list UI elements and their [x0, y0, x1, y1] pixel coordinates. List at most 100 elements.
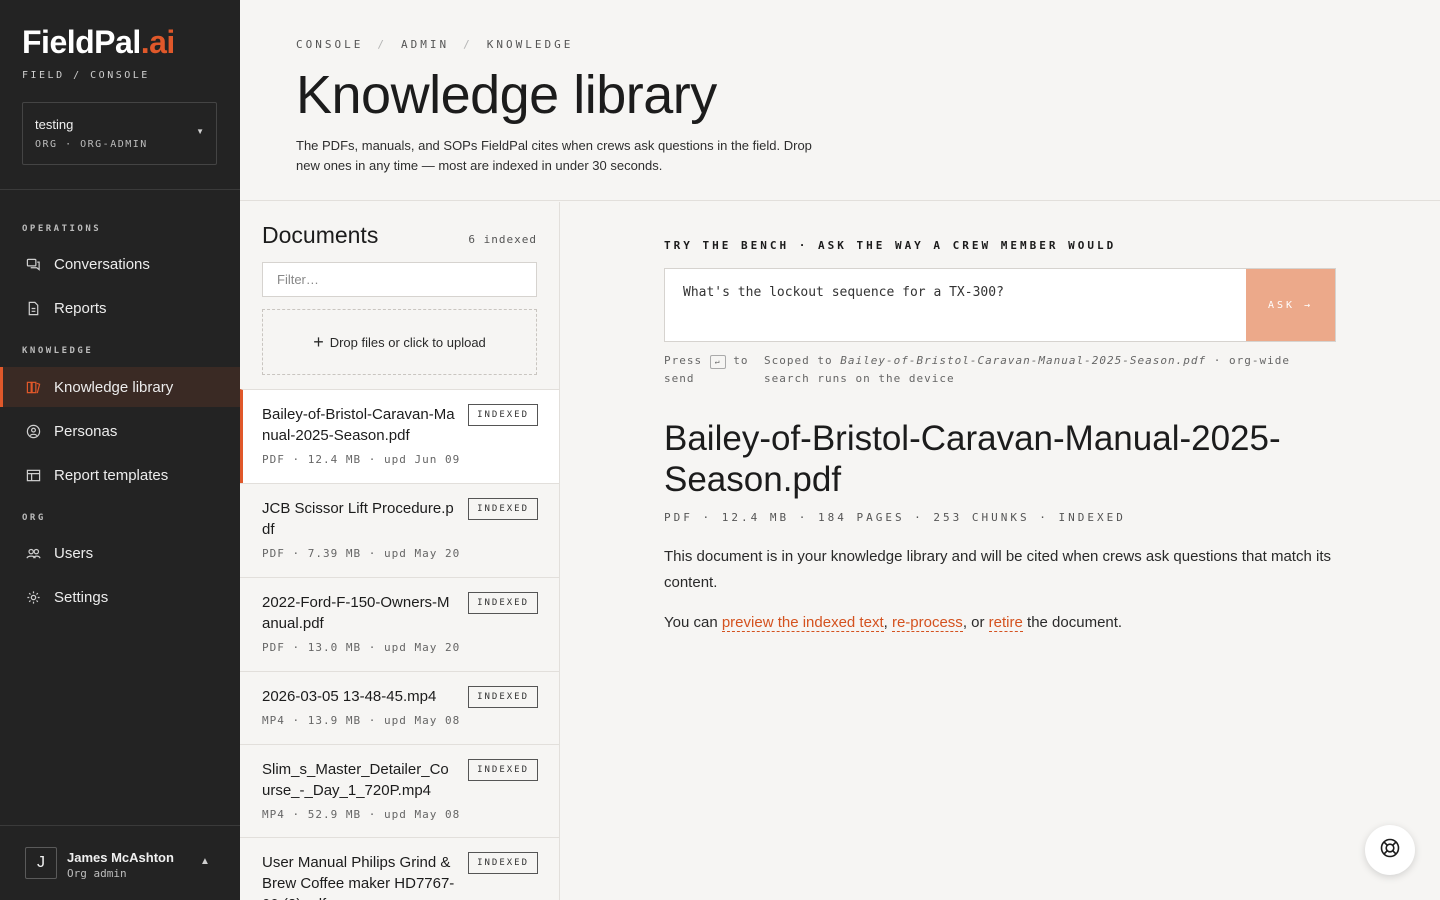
brand-subtitle: FIELD / CONSOLE — [22, 70, 150, 81]
actions-separator: , or — [962, 614, 985, 631]
document-meta: MP4 · 52.9 MB · upd May 08 — [262, 808, 461, 821]
sidebar-item-knowledge-library[interactable]: Knowledge library — [0, 367, 240, 407]
org-name: testing — [35, 117, 74, 132]
document-name: User Manual Philips Grind & Brew Coffee … — [262, 854, 455, 900]
sidebar-divider — [0, 189, 240, 190]
status-badge: INDEXED — [468, 592, 538, 614]
breadcrumb-separator: / — [463, 38, 473, 51]
upload-dropzone[interactable]: + Drop files or click to upload — [262, 309, 537, 375]
plus-icon: + — [313, 332, 324, 352]
sidebar-item-conversations[interactable]: Conversations — [0, 244, 240, 284]
ask-button[interactable]: ASK → — [1246, 269, 1335, 341]
filter-input[interactable] — [262, 262, 537, 297]
sidebar-item-report-templates[interactable]: Report templates — [0, 455, 240, 495]
persona-icon — [26, 424, 41, 439]
breadcrumb-item[interactable]: ADMIN — [401, 38, 449, 51]
status-badge: INDEXED — [468, 759, 538, 781]
org-switcher[interactable]: testing ORG · ORG-ADMIN ▼ — [22, 102, 217, 165]
status-badge: INDEXED — [468, 404, 538, 426]
status-badge: INDEXED — [468, 686, 538, 708]
document-list: Bailey-of-Bristol-Caravan-Manual-2025-Se… — [240, 389, 559, 900]
documents-panel: Documents 6 indexed + Drop files or clic… — [240, 202, 560, 900]
document-name: Slim_s_Master_Detailer_Course_-_Day_1_72… — [262, 761, 449, 799]
document-list-item[interactable]: Slim_s_Master_Detailer_Course_-_Day_1_72… — [240, 744, 559, 837]
page-title: Knowledge library — [296, 65, 717, 125]
document-title: Bailey-of-Bristol-Caravan-Manual-2025-Se… — [664, 419, 1281, 499]
sidebar-item-label: Users — [54, 544, 94, 562]
document-meta: PDF · 13.0 MB · upd May 20 — [262, 641, 461, 654]
ask-input[interactable]: What's the lockout sequence for a TX-300… — [665, 269, 1247, 341]
users-icon — [26, 546, 41, 561]
actions-separator: , — [883, 614, 888, 631]
document-detail: TRY THE BENCH · ASK THE WAY A CREW MEMBE… — [561, 202, 1440, 900]
scope-prefix: Scoped to — [764, 354, 833, 367]
sidebar-item-personas[interactable]: Personas — [0, 411, 240, 451]
document-detail-meta: PDF · 12.4 MB · 184 PAGES · 253 CHUNKS ·… — [664, 511, 1126, 524]
sidebar-item-label: Settings — [54, 588, 109, 606]
document-name: Bailey-of-Bristol-Caravan-Manual-2025-Se… — [262, 406, 455, 444]
document-icon — [26, 301, 41, 316]
nav-section-knowledge: KNOWLEDGE — [22, 346, 94, 356]
sidebar-item-users[interactable]: Users — [0, 533, 240, 573]
status-badge: INDEXED — [468, 498, 538, 520]
user-role: Org admin — [67, 867, 127, 880]
sidebar-item-label: Personas — [54, 422, 118, 440]
breadcrumb: CONSOLE / ADMIN / KNOWLEDGE — [296, 38, 573, 51]
document-meta: PDF · 12.4 MB · upd Jun 09 — [262, 453, 461, 466]
user-menu[interactable]: J James McAshton Org admin ▲ — [0, 825, 240, 900]
document-list-item[interactable]: Bailey-of-Bristol-Caravan-Manual-2025-Se… — [240, 389, 559, 483]
nav-section-org: ORG — [22, 513, 46, 523]
sidebar: FieldPal.ai FIELD / CONSOLE testing ORG … — [0, 0, 240, 900]
document-list-item[interactable]: 2022-Ford-F-150-Owners-Manual.pdf PDF · … — [240, 577, 559, 671]
caret-up-icon: ▲ — [200, 856, 210, 867]
help-button[interactable] — [1365, 825, 1415, 875]
sidebar-item-label: Knowledge library — [54, 378, 174, 396]
sidebar-item-label: Reports — [54, 299, 107, 317]
document-list-item[interactable]: JCB Scissor Lift Procedure.pdf PDF · 7.3… — [240, 483, 559, 577]
document-name: 2026-03-05 13-48-45.mp4 — [262, 688, 437, 705]
document-list-item[interactable]: User Manual Philips Grind & Brew Coffee … — [240, 837, 559, 900]
documents-title: Documents — [262, 222, 379, 248]
sidebar-item-reports[interactable]: Reports — [0, 288, 240, 328]
scope-hint: Scoped to Bailey-of-Bristol-Caravan-Manu… — [764, 352, 1336, 388]
gear-icon — [26, 590, 41, 605]
preview-indexed-text-link[interactable]: preview the indexed text — [721, 614, 884, 632]
sidebar-item-label: Conversations — [54, 255, 150, 273]
upload-label: Drop files or click to upload — [329, 334, 486, 350]
document-name: 2022-Ford-F-150-Owners-Manual.pdf — [262, 594, 450, 632]
avatar: J — [25, 847, 57, 879]
document-name: JCB Scissor Lift Procedure.pdf — [262, 500, 454, 538]
status-badge: INDEXED — [468, 852, 538, 874]
sidebar-item-label: Report templates — [54, 466, 169, 484]
actions-prefix: You can — [664, 614, 718, 631]
documents-count: 6 indexed — [468, 233, 537, 246]
books-icon — [26, 380, 41, 395]
nav-section-operations: OPERATIONS — [22, 224, 102, 234]
bench-label: TRY THE BENCH · ASK THE WAY A CREW MEMBE… — [664, 239, 1117, 252]
retire-link[interactable]: retire — [988, 614, 1023, 632]
scope-file: Bailey-of-Bristol-Caravan-Manual-2025-Se… — [840, 354, 1207, 367]
page-header: CONSOLE / ADMIN / KNOWLEDGE Knowledge li… — [240, 0, 1440, 201]
reprocess-link[interactable]: re-process — [891, 614, 963, 632]
page-description: The PDFs, manuals, and SOPs FieldPal cit… — [296, 138, 812, 173]
brand-logo[interactable]: FieldPal.ai — [22, 24, 175, 61]
document-meta: MP4 · 13.9 MB · upd May 08 — [262, 714, 461, 727]
user-name: James McAshton — [67, 850, 174, 865]
enter-key-icon: ↵ — [709, 355, 726, 369]
document-description: This document is in your knowledge libra… — [664, 548, 1331, 591]
send-hint-press: Press — [664, 354, 703, 367]
sidebar-item-settings[interactable]: Settings — [0, 577, 240, 617]
breadcrumb-item[interactable]: KNOWLEDGE — [487, 38, 574, 51]
document-list-item[interactable]: 2026-03-05 13-48-45.mp4 MP4 · 13.9 MB · … — [240, 671, 559, 744]
ask-box: What's the lockout sequence for a TX-300… — [664, 268, 1336, 342]
template-icon — [26, 468, 41, 483]
chat-icon — [26, 257, 41, 272]
org-role: ORG · ORG-ADMIN — [35, 139, 148, 150]
actions-suffix: the document. — [1027, 614, 1123, 631]
document-meta: PDF · 7.39 MB · upd May 20 — [262, 547, 461, 560]
send-hint: Press ↵ to send — [664, 352, 764, 388]
caret-down-icon: ▼ — [196, 127, 204, 136]
document-actions: You can preview the indexed text, re-pro… — [664, 610, 1344, 636]
breadcrumb-item[interactable]: CONSOLE — [296, 38, 363, 51]
breadcrumb-separator: / — [377, 38, 387, 51]
